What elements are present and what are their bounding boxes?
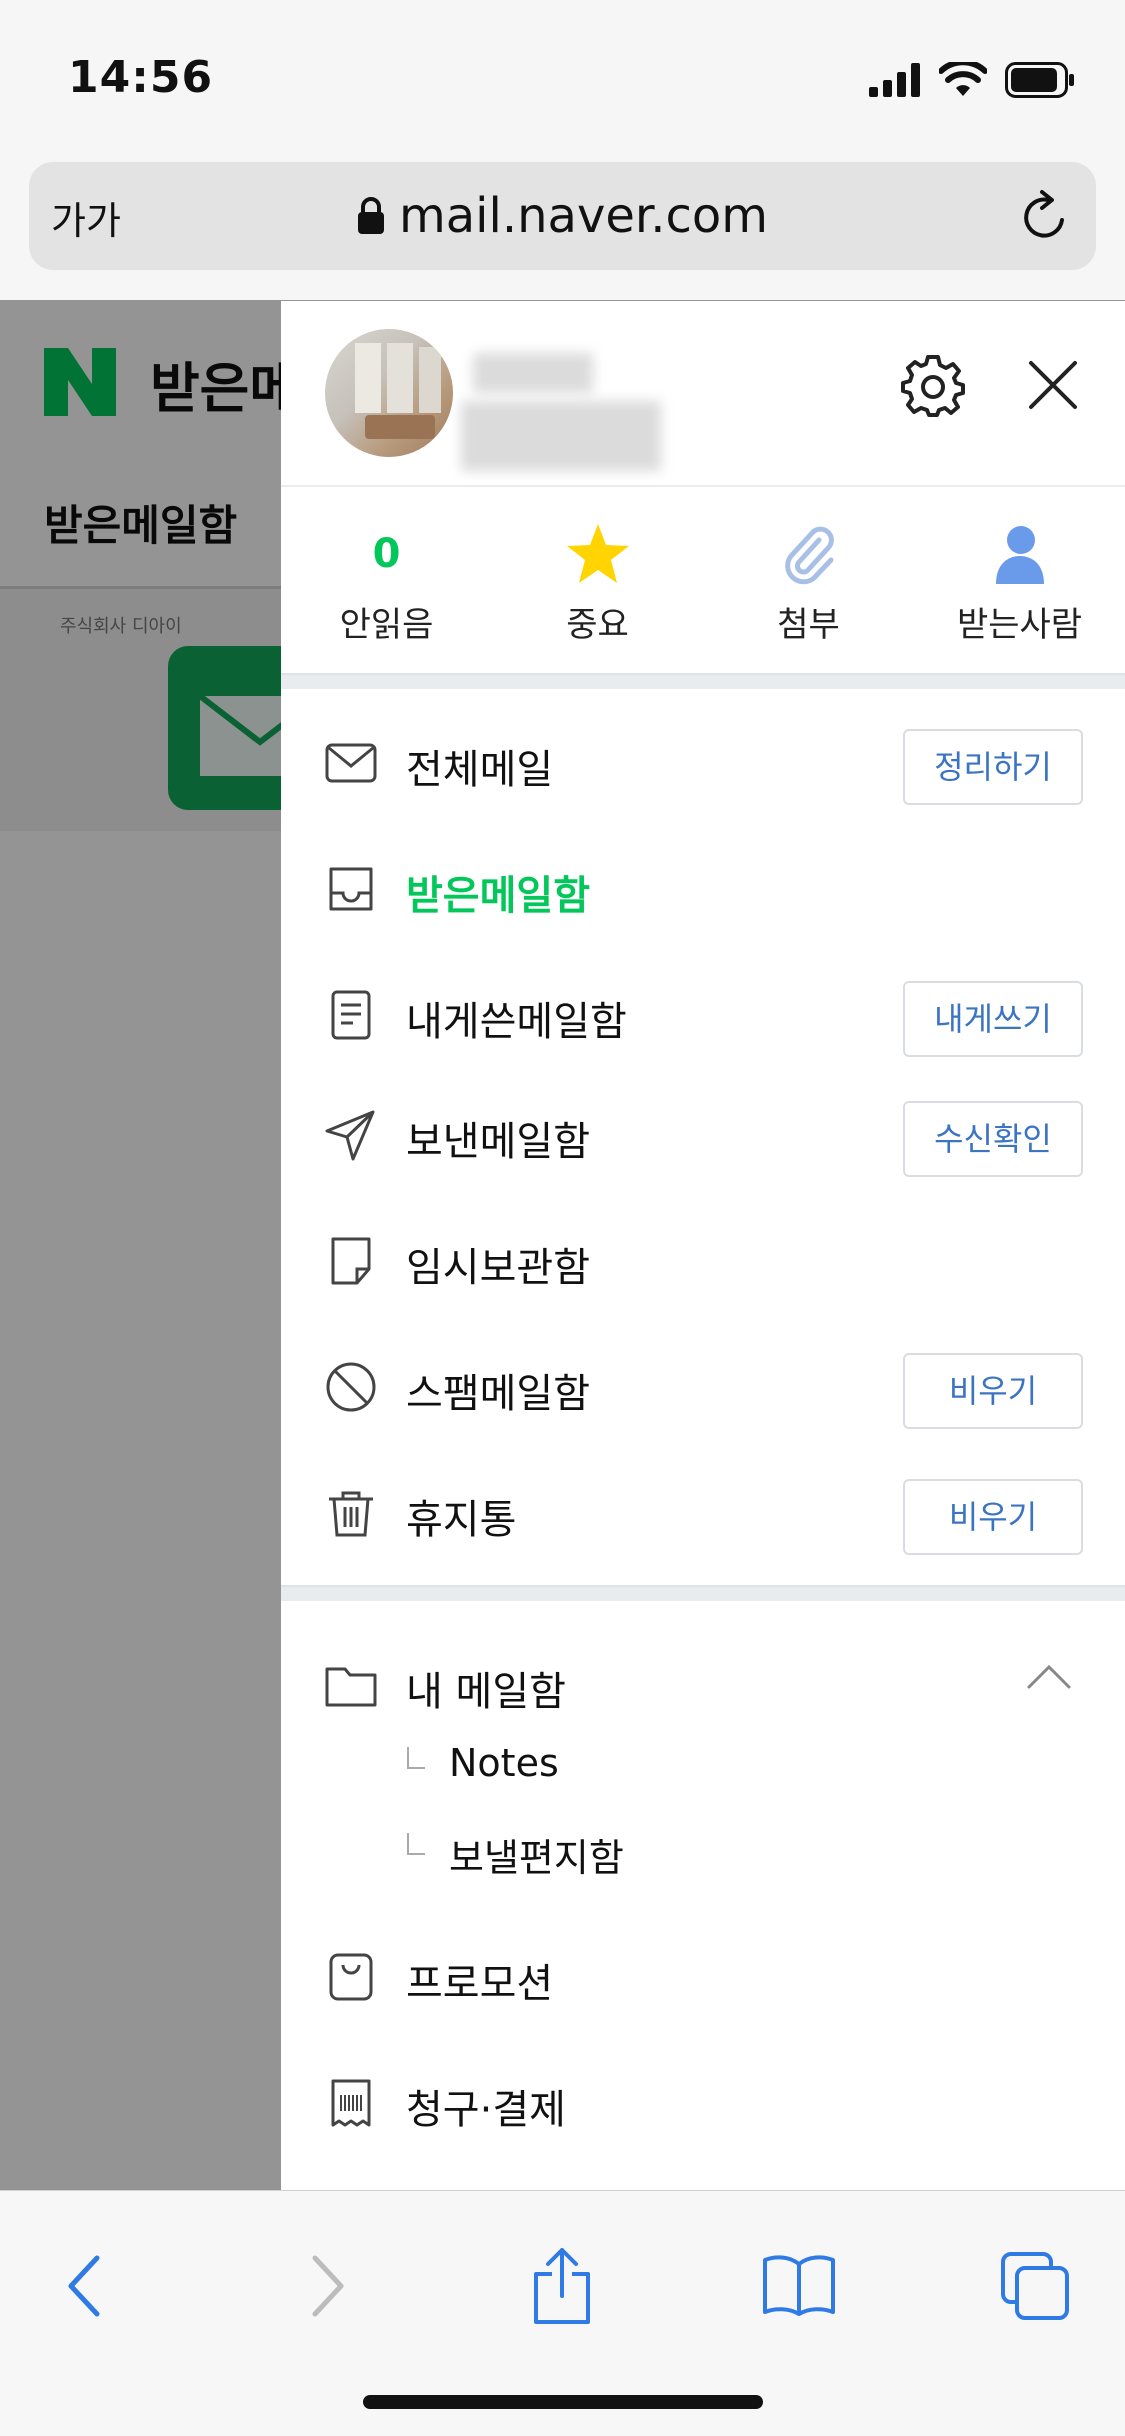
quick-attachment[interactable]: 첨부 [703, 489, 914, 671]
menu-label-my-mailbox: 내 메일함 [406, 1669, 566, 1715]
url-text: mail.naver.com [399, 188, 768, 244]
document-icon [331, 990, 371, 1040]
menu-all-mail[interactable]: 전체메일 정리하기 [281, 717, 1125, 807]
trash-icon [329, 1491, 373, 1537]
section-separator [281, 1585, 1125, 1601]
menu-spam[interactable]: 스팸메일함 비우기 [281, 1341, 1125, 1431]
share-button[interactable] [517, 2241, 607, 2331]
battery-icon [1005, 62, 1074, 98]
quick-filter-row: 0 안읽음 중요 첨부 받는사람 [281, 489, 1125, 671]
section-separator [281, 673, 1125, 689]
folder-label-outbox: 보낼편지함 [449, 1836, 624, 1880]
chevron-right-icon [312, 2255, 344, 2317]
receipt-icon [331, 2079, 371, 2127]
write-to-me-button[interactable]: 내게쓰기 [903, 981, 1083, 1057]
book-icon [763, 2255, 835, 2316]
close-icon[interactable] [1021, 353, 1085, 417]
menu-promotions[interactable]: 프로모션 [281, 1931, 1125, 2021]
shopping-bag-icon [329, 1953, 373, 2001]
paperclip-icon [784, 526, 834, 585]
menu-drafts[interactable]: 임시보관함 [281, 1215, 1125, 1305]
paper-plane-icon [325, 1110, 375, 1161]
forward-button[interactable] [282, 2241, 372, 2331]
block-icon [326, 1362, 376, 1412]
menu-label-sent: 보낸메일함 [406, 1119, 590, 1165]
status-bar: 14:56 [0, 0, 1125, 150]
menu-label-all-mail: 전체메일 [406, 747, 554, 793]
draft-note-icon [331, 1237, 371, 1285]
menu-label-trash: 휴지통 [406, 1497, 517, 1543]
status-time: 14:56 [68, 52, 214, 103]
wifi-icon [939, 62, 987, 96]
quick-recipient[interactable]: 받는사람 [914, 489, 1125, 671]
menu-label-to-me: 내게쓴메일함 [406, 999, 627, 1045]
quick-important[interactable]: 중요 [492, 489, 703, 671]
url-display[interactable]: mail.naver.com [29, 188, 1096, 244]
lock-icon [358, 197, 384, 234]
unread-count: 0 [372, 531, 401, 577]
empty-spam-button[interactable]: 비우기 [903, 1353, 1083, 1429]
address-bar[interactable]: 가가 mail.naver.com [29, 162, 1096, 270]
folder-notes[interactable]: Notes [281, 1729, 1125, 1799]
quick-label-attachment: 첨부 [777, 605, 840, 645]
menu-inbox[interactable]: 받은메일함 [281, 843, 1125, 933]
tabs-icon [1001, 2252, 1069, 2320]
redacted-email [461, 401, 661, 471]
tree-branch-icon [407, 1747, 425, 1769]
quick-label-recipient: 받는사람 [956, 605, 1083, 645]
mail-drawer: 0 안읽음 중요 첨부 받는사람 전체메일 정리하기 받은메일함 내게쓴메일함 … [281, 301, 1125, 2190]
person-icon [995, 526, 1044, 584]
menu-label-promotions: 프로모션 [406, 1961, 554, 2007]
profile-header [281, 301, 1125, 487]
quick-label-unread: 안읽음 [339, 605, 434, 645]
menu-sent[interactable]: 보낸메일함 수신확인 [281, 1089, 1125, 1179]
folder-icon [325, 1667, 377, 1707]
envelope-icon [325, 743, 377, 783]
folder-label-notes: Notes [449, 1741, 559, 1785]
status-icons [869, 62, 1075, 98]
cellular-signal-icon [869, 63, 920, 97]
star-icon [566, 524, 629, 583]
reload-icon[interactable] [1018, 186, 1074, 246]
read-receipt-button[interactable]: 수신확인 [903, 1101, 1083, 1177]
empty-trash-button[interactable]: 비우기 [903, 1479, 1083, 1555]
avatar[interactable] [325, 329, 453, 457]
redacted-name [473, 353, 593, 393]
gear-icon[interactable] [901, 353, 965, 417]
back-button[interactable] [40, 2241, 130, 2331]
share-icon [534, 2248, 590, 2324]
inbox-tray-icon [329, 867, 373, 911]
menu-my-mailbox[interactable]: 내 메일함 [281, 1639, 1125, 1729]
quick-label-important: 중요 [566, 605, 629, 645]
quick-unread[interactable]: 0 안읽음 [281, 489, 492, 671]
menu-label-drafts: 임시보관함 [406, 1245, 590, 1291]
menu-label-billing: 청구·결제 [406, 2087, 566, 2133]
tabs-button[interactable] [990, 2241, 1080, 2331]
tree-branch-icon [407, 1833, 425, 1855]
home-indicator[interactable] [363, 2395, 763, 2409]
bookmarks-button[interactable] [754, 2241, 844, 2331]
chevron-left-icon [68, 2255, 100, 2317]
chevron-up-icon[interactable] [1025, 1661, 1073, 1691]
menu-label-spam: 스팸메일함 [406, 1371, 590, 1417]
menu-to-me[interactable]: 내게쓴메일함 내게쓰기 [281, 969, 1125, 1059]
menu-billing[interactable]: 청구·결제 [281, 2057, 1125, 2147]
folder-outbox[interactable]: 보낼편지함 [281, 1815, 1125, 1885]
menu-label-inbox: 받은메일함 [406, 873, 590, 919]
menu-trash[interactable]: 휴지통 비우기 [281, 1467, 1125, 1557]
organize-button[interactable]: 정리하기 [903, 729, 1083, 805]
